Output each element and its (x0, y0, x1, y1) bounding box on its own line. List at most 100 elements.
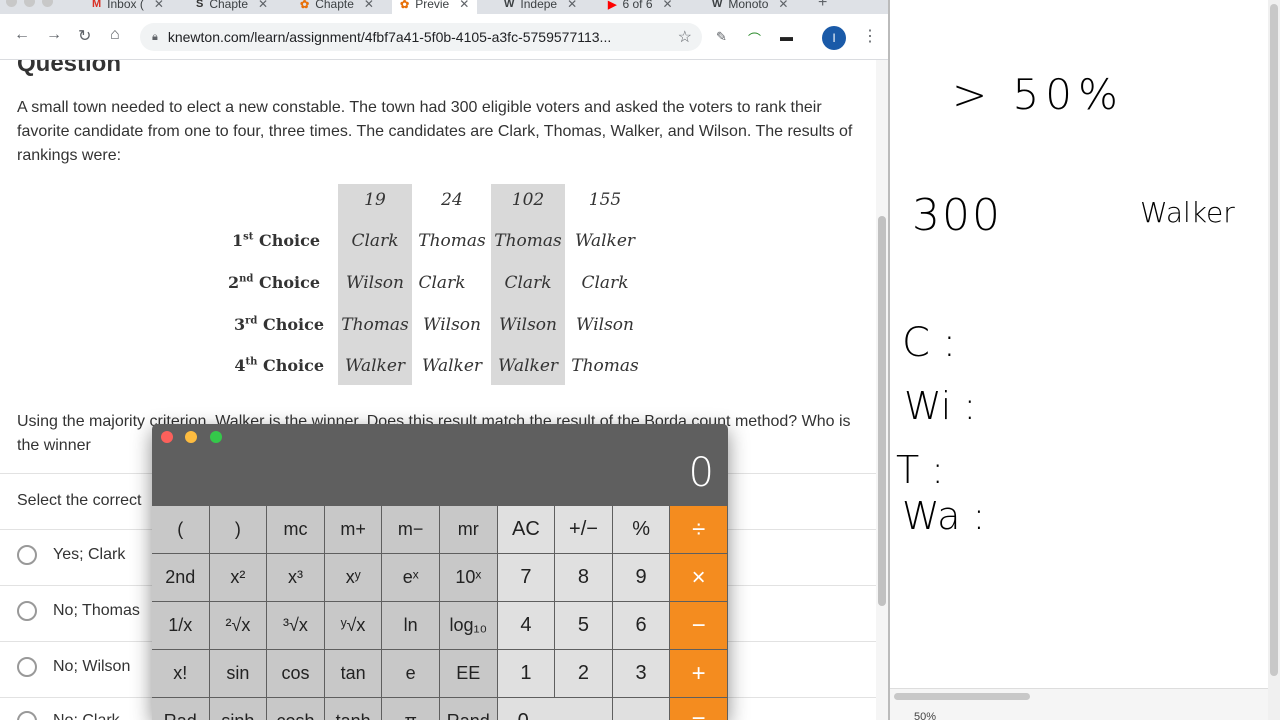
calc-key[interactable]: 2 (555, 650, 612, 697)
calc-key[interactable]: AC (497, 506, 555, 553)
calc-key[interactable]: 10ˣ (440, 554, 497, 601)
calc-key[interactable]: 6 (612, 602, 670, 649)
radio-button[interactable] (17, 601, 37, 621)
calc-key[interactable]: × (670, 554, 727, 601)
close-icon[interactable]: ✕ (364, 0, 374, 11)
window-controls[interactable] (6, 0, 60, 12)
calc-key[interactable]: EE (440, 650, 497, 697)
calc-key[interactable]: ³√x (267, 602, 324, 649)
answer-option[interactable]: No; Wilson (17, 657, 130, 677)
calc-key[interactable]: Rand (440, 698, 497, 720)
address-bar[interactable]: 🔒︎ knewton.com/learn/assignment/4fbf7a41… (140, 23, 702, 51)
tab-label: 6 of 6 (622, 0, 653, 11)
calc-key[interactable]: . (612, 698, 670, 720)
calculator-display: 0 (688, 450, 714, 496)
tab-youtube[interactable]: ▶ 6 of 6 ✕ (608, 0, 673, 14)
calc-key[interactable]: ( (152, 506, 209, 553)
calc-key[interactable]: π (382, 698, 439, 720)
calc-key[interactable]: ²√x (209, 602, 267, 649)
close-icon[interactable]: ✕ (154, 0, 164, 11)
calc-key[interactable]: sinh (209, 698, 267, 720)
calc-key[interactable]: 1 (497, 650, 555, 697)
tab-inbox[interactable]: M Inbox ( ✕ (92, 0, 164, 14)
answer-option[interactable]: No; Clark (17, 711, 120, 720)
table-cell: Wilson (346, 273, 404, 293)
calc-key[interactable]: ) (209, 506, 267, 553)
close-icon[interactable]: ✕ (258, 0, 268, 11)
calc-key[interactable]: − (670, 602, 727, 649)
page-scrollbar-thumb[interactable] (878, 216, 886, 606)
calc-key[interactable]: mr (440, 506, 497, 553)
calc-key[interactable]: ÷ (670, 506, 727, 553)
calc-key[interactable]: eˣ (382, 554, 439, 601)
calc-key[interactable]: +/− (555, 506, 612, 553)
calc-key[interactable]: x³ (267, 554, 324, 601)
whiteboard-scrollbar-thumb[interactable] (1270, 4, 1278, 676)
calc-key[interactable]: e (382, 650, 439, 697)
close-icon[interactable]: ✕ (663, 0, 673, 11)
handwritten-note: C : (902, 320, 957, 366)
table-cell: Walker (497, 356, 559, 376)
screen-extension-icon[interactable]: ▬ (780, 29, 793, 44)
radio-button[interactable] (17, 657, 37, 677)
calc-key[interactable]: log₁₀ (440, 602, 497, 649)
calc-key[interactable]: cosh (267, 698, 324, 720)
calc-key[interactable]: mc (267, 506, 324, 553)
tab-monotonicity[interactable]: W Monoto ✕ (712, 0, 788, 14)
calc-key[interactable]: tan (324, 650, 382, 697)
tab-preview[interactable]: ✿ Previe ✕ (392, 0, 478, 14)
calc-key[interactable]: 3 (612, 650, 670, 697)
answer-option[interactable]: No; Thomas (17, 601, 140, 621)
radio-button[interactable] (17, 545, 37, 565)
profile-avatar[interactable]: I (822, 26, 846, 50)
calc-key[interactable]: 4 (497, 602, 555, 649)
radio-button[interactable] (17, 711, 37, 720)
calc-key[interactable]: m− (382, 506, 439, 553)
eyedropper-extension-icon[interactable]: ✎ (716, 29, 727, 45)
calc-key[interactable]: 7 (497, 554, 555, 601)
back-arrow-icon[interactable]: ← (14, 26, 30, 44)
calc-key[interactable]: = (670, 698, 727, 720)
calc-key[interactable]: m+ (324, 506, 382, 553)
close-icon[interactable]: ✕ (459, 0, 469, 11)
answer-option[interactable]: Yes; Clark (17, 545, 125, 565)
more-menu-icon[interactable]: ⋮ (862, 26, 878, 46)
calc-key[interactable]: 1/x (152, 602, 209, 649)
close-window-icon[interactable] (161, 431, 173, 443)
horizontal-scrollbar[interactable] (894, 693, 1030, 700)
calc-key[interactable]: 8 (555, 554, 612, 601)
calc-key[interactable]: + (670, 650, 727, 697)
calc-key[interactable]: cos (267, 650, 324, 697)
calc-key[interactable]: 9 (612, 554, 670, 601)
new-tab-button[interactable]: + (818, 0, 827, 12)
calculator-window[interactable]: 0 () mc m+ m− mr AC +/−% ÷ 2nd x² x³ xʸ eˣ 10ˣ 7 8 9 × 1/x… (152, 424, 728, 720)
zoom-level[interactable]: 50% (914, 711, 936, 720)
table-cell: Clark (504, 273, 552, 293)
table-cell: Wilson (423, 315, 481, 335)
forward-arrow-icon[interactable]: → (46, 26, 62, 44)
close-icon[interactable]: ✕ (567, 0, 577, 11)
reload-icon[interactable]: ↻ (78, 26, 91, 46)
bookmark-star-icon[interactable]: ☆ (678, 27, 692, 47)
calc-key[interactable]: x! (152, 650, 209, 697)
minimize-window-icon[interactable] (185, 431, 198, 443)
home-icon[interactable]: ⌂ (110, 26, 120, 44)
calc-key[interactable]: x² (209, 554, 267, 601)
calc-key[interactable]: tanh (324, 698, 382, 720)
calc-key[interactable]: sin (209, 650, 267, 697)
zoom-window-icon[interactable] (209, 431, 222, 443)
tab-chapter-2[interactable]: ✿ Chapte ✕ (300, 0, 374, 14)
tab-independent[interactable]: W Indepe ✕ (504, 0, 577, 14)
calc-key[interactable]: ln (382, 602, 439, 649)
calc-key[interactable]: Rad (152, 698, 209, 720)
calc-key[interactable]: 2nd (152, 554, 209, 601)
close-icon[interactable]: ✕ (778, 0, 788, 11)
calc-key[interactable]: ʸ√x (324, 602, 382, 649)
calc-key[interactable]: xʸ (324, 554, 382, 601)
calc-key[interactable]: % (612, 506, 670, 553)
tab-chapter-1[interactable]: S Chapte ✕ (196, 0, 268, 14)
calc-key[interactable]: 5 (555, 602, 612, 649)
extension-icon[interactable]: ⌒ (748, 29, 761, 48)
calc-key[interactable]: 0 (497, 698, 612, 720)
option-label: No; Wilson (53, 658, 131, 675)
